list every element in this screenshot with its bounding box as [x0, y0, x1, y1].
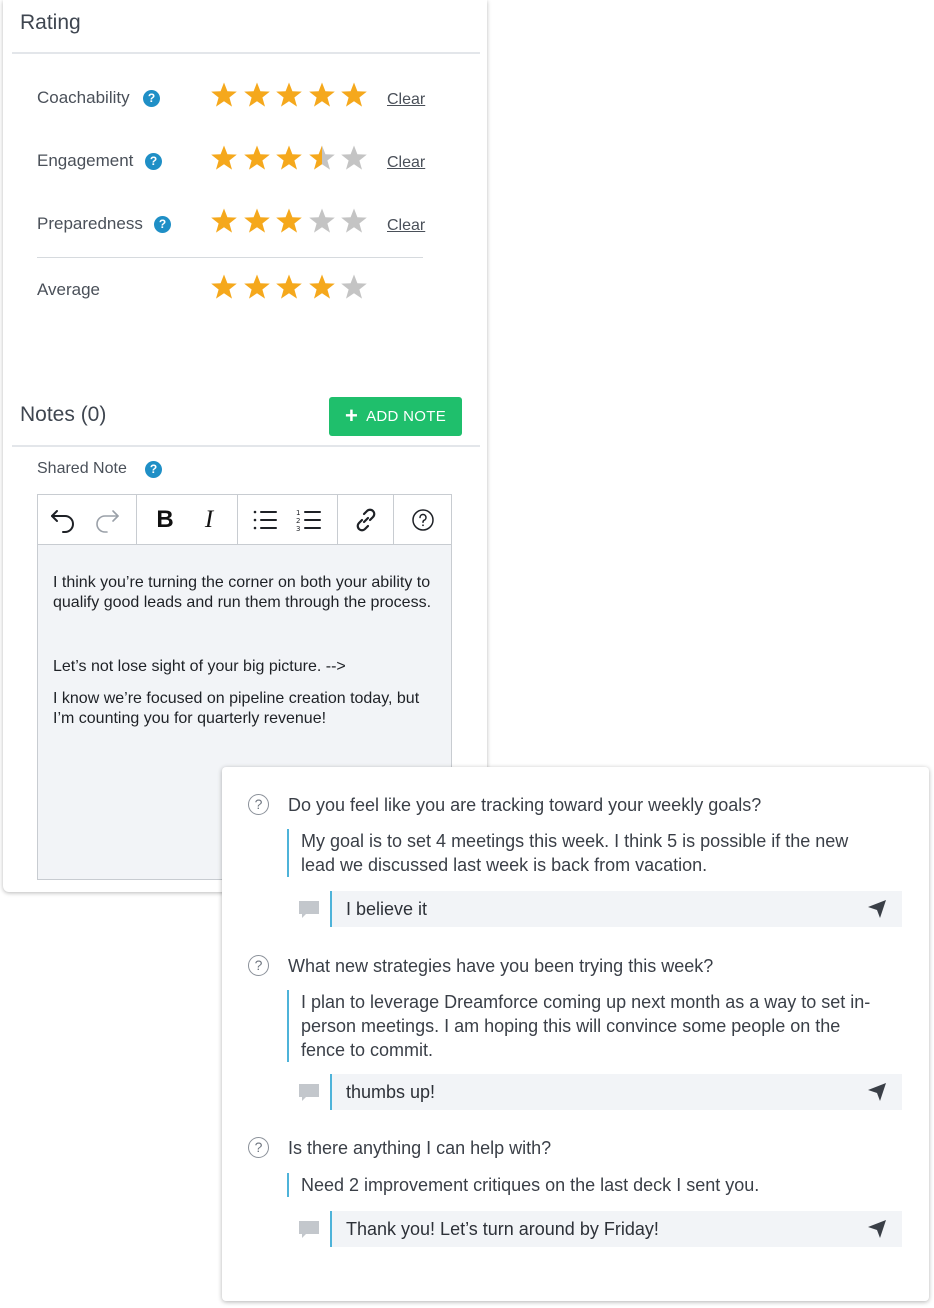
star-icon[interactable]	[340, 207, 368, 235]
notes-section-title: Notes (0)	[20, 403, 107, 426]
reply-input[interactable]: I believe it	[330, 891, 902, 927]
redo-icon[interactable]	[85, 495, 129, 544]
question-text: What new strategies have you been trying…	[288, 956, 714, 976]
divider	[12, 445, 480, 447]
rating-row-coachability: Coachability ? Clear	[3, 81, 487, 117]
star-icon[interactable]	[243, 144, 271, 172]
rating-notes-panel: Rating Coachability ? Clear Engagement ?…	[3, 0, 487, 892]
rating-section-title: Rating	[20, 11, 81, 34]
star-icon[interactable]	[275, 81, 303, 109]
reply-input[interactable]: thumbs up!	[330, 1074, 902, 1110]
info-icon[interactable]: ?	[154, 216, 171, 233]
info-icon[interactable]: ?	[145, 153, 162, 170]
plus-icon: +	[344, 402, 359, 428]
star-icon[interactable]	[308, 144, 336, 172]
comment-icon	[299, 1221, 319, 1238]
svg-text:3: 3	[296, 525, 300, 532]
help-icon[interactable]	[401, 495, 445, 544]
star-icon	[276, 274, 302, 299]
answer-text: Need 2 improvement critiques on the last…	[287, 1173, 887, 1197]
question-icon: ?	[248, 1137, 269, 1158]
star-icon[interactable]	[308, 81, 336, 109]
star-icon	[308, 274, 335, 299]
star-icon[interactable]	[340, 144, 368, 172]
answer-text: My goal is to set 4 meetings this week. …	[287, 829, 887, 877]
send-icon[interactable]	[866, 1218, 888, 1240]
star-icon	[243, 274, 270, 299]
editor-paragraph: Let’s not lose sight of your big picture…	[53, 658, 346, 675]
divider	[12, 52, 480, 54]
add-note-label: ADD NOTE	[366, 408, 447, 425]
reply-text: Thank you! Let’s turn around by Friday!	[346, 1218, 659, 1239]
svg-text:1: 1	[296, 509, 300, 517]
clear-rating-link[interactable]: Clear	[387, 154, 425, 172]
editor-toolbar: B I 1 2 3	[37, 494, 452, 545]
rating-row-preparedness: Preparedness ? Clear	[3, 207, 487, 243]
bullet-list-icon[interactable]	[243, 495, 287, 544]
reply-input[interactable]: Thank you! Let’s turn around by Friday!	[330, 1211, 902, 1247]
send-icon[interactable]	[866, 898, 888, 920]
comment-icon	[299, 1084, 319, 1101]
star-rating[interactable]	[210, 207, 380, 243]
star-icon[interactable]	[243, 81, 271, 109]
reply-text: I believe it	[346, 898, 428, 919]
star-rating[interactable]	[210, 144, 380, 180]
reply-text: thumbs up!	[346, 1081, 436, 1102]
rating-label: Preparedness	[37, 214, 143, 233]
clear-rating-link[interactable]: Clear	[387, 91, 425, 109]
comment-icon	[299, 901, 319, 918]
star-icon	[211, 274, 237, 299]
question-text: Do you feel like you are tracking toward…	[288, 795, 762, 815]
questions-card: ? Do you feel like you are tracking towa…	[222, 767, 929, 1301]
clear-rating-link[interactable]: Clear	[387, 217, 425, 235]
star-icon[interactable]	[210, 144, 238, 172]
italic-icon[interactable]: I	[187, 495, 231, 544]
add-note-button[interactable]: + ADD NOTE	[329, 397, 462, 436]
undo-icon[interactable]	[41, 495, 85, 544]
answer-text: I plan to leverage Dreamforce coming up …	[287, 990, 887, 1062]
numbered-list-icon[interactable]: 1 2 3	[287, 495, 331, 544]
star-rating[interactable]	[210, 81, 380, 117]
editor-paragraph: I know we’re focused on pipeline creatio…	[53, 690, 420, 727]
rating-label: Engagement	[37, 151, 134, 170]
info-icon[interactable]: ?	[143, 90, 160, 107]
star-icon[interactable]	[243, 207, 271, 235]
send-icon[interactable]	[866, 1081, 888, 1103]
editor-paragraph: I think you’re turning the corner on bot…	[53, 574, 432, 611]
star-icon[interactable]	[308, 207, 336, 235]
average-star-rating	[210, 273, 380, 309]
star-icon[interactable]	[275, 207, 303, 235]
star-icon[interactable]	[340, 81, 368, 109]
shared-note-label: Shared Note	[37, 460, 127, 477]
info-icon[interactable]: ?	[145, 461, 162, 478]
rating-row-average: Average	[3, 273, 487, 309]
rating-row-engagement: Engagement ? Clear	[3, 144, 487, 180]
svg-text:2: 2	[296, 517, 300, 525]
star-icon[interactable]	[210, 207, 238, 235]
divider	[37, 257, 423, 258]
link-icon[interactable]	[344, 495, 388, 544]
question-icon: ?	[248, 955, 269, 976]
star-icon[interactable]	[275, 144, 303, 172]
star-icon[interactable]	[210, 81, 238, 109]
rating-label: Average	[37, 280, 101, 299]
star-icon	[341, 274, 367, 299]
rating-label: Coachability	[37, 88, 130, 107]
question-icon: ?	[248, 794, 269, 815]
question-text: Is there anything I can help with?	[288, 1138, 552, 1158]
bold-icon[interactable]: B	[143, 495, 187, 544]
